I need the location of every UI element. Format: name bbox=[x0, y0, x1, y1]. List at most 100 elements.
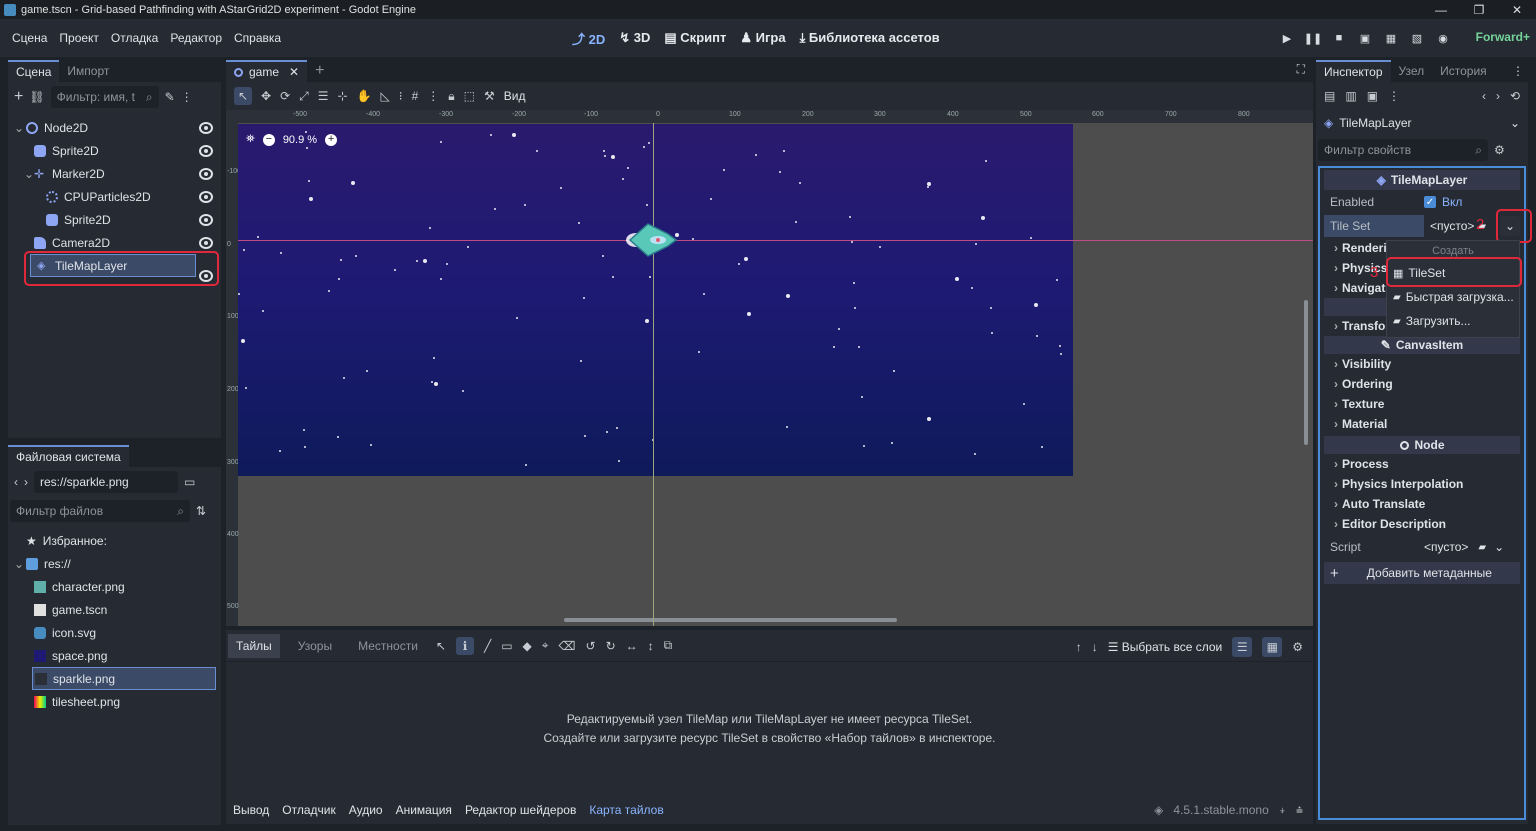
tab-filesystem[interactable]: Файловая система bbox=[8, 445, 129, 467]
play-scene-icon[interactable]: ▦ bbox=[1382, 29, 1400, 47]
rotate-right-icon[interactable]: ↻ bbox=[606, 639, 616, 653]
forward-icon[interactable]: › bbox=[24, 475, 28, 489]
random-tile-icon[interactable]: ⧉ bbox=[664, 638, 673, 653]
file-item[interactable]: character.png bbox=[8, 575, 221, 598]
file-filter-input[interactable]: Фильтр файлов ⌕ bbox=[10, 500, 190, 522]
menu-help[interactable]: Справка bbox=[228, 31, 287, 45]
open-folder-icon[interactable]: ▥ bbox=[1345, 89, 1356, 103]
favorites-row[interactable]: ★ Избранное: bbox=[8, 529, 221, 552]
close-tab-icon[interactable]: ✕ bbox=[289, 65, 299, 79]
add-metadata-button[interactable]: + Добавить метаданные bbox=[1324, 562, 1520, 584]
snap-options-icon[interactable]: ⋮ bbox=[427, 89, 439, 103]
minimize-button[interactable]: — bbox=[1422, 0, 1460, 19]
split-view-icon[interactable]: ▭ bbox=[184, 475, 195, 489]
expand-panel-icon[interactable]: ⩮ bbox=[1296, 803, 1303, 818]
workspace-game[interactable]: ♟ Игра bbox=[740, 30, 785, 46]
stop-icon[interactable]: ■ bbox=[1330, 29, 1348, 47]
movie-maker-icon[interactable]: ◉ bbox=[1434, 29, 1452, 47]
rect-tool-icon[interactable]: ▭ bbox=[501, 639, 512, 653]
group-icon[interactable]: ⬚ bbox=[464, 89, 475, 103]
script-attach-icon[interactable]: ✎ bbox=[165, 90, 175, 104]
script-value[interactable]: <пусто> bbox=[1424, 540, 1468, 554]
bone-icon[interactable]: ⚒ bbox=[484, 89, 495, 103]
zoom-out-icon[interactable]: − bbox=[262, 133, 275, 146]
scale-tool-icon[interactable]: ⤢ bbox=[299, 89, 309, 104]
group-editor-description[interactable]: Editor Description bbox=[1324, 514, 1520, 534]
tree-item-marker2d[interactable]: ⌄ ✛ Marker2D bbox=[8, 162, 221, 185]
highlight-layer-icon[interactable]: ☰ bbox=[1232, 637, 1253, 657]
more-icon[interactable]: ⋮ bbox=[181, 90, 193, 104]
group-material[interactable]: Material bbox=[1324, 414, 1520, 434]
workspace-assetlib[interactable]: ⤓ Библиотека ассетов bbox=[800, 30, 940, 46]
file-item[interactable]: tilesheet.png bbox=[8, 690, 221, 713]
fullscreen-icon[interactable]: ⛶ bbox=[1297, 62, 1305, 77]
enabled-value[interactable]: Вкл bbox=[1442, 195, 1462, 209]
zoom-in-icon[interactable]: + bbox=[325, 133, 338, 146]
vertical-scrollbar[interactable] bbox=[1304, 300, 1308, 445]
paint-tool-icon[interactable]: ℹ bbox=[455, 636, 474, 655]
chevron-down-icon[interactable]: ⌄ bbox=[1494, 540, 1504, 554]
visibility-eye-icon[interactable] bbox=[199, 123, 213, 133]
bucket-tool-icon[interactable]: ◆ bbox=[523, 639, 532, 653]
workspace-script[interactable]: ▤ Скрипт bbox=[664, 30, 726, 46]
menu-debug[interactable]: Отладка bbox=[105, 31, 164, 45]
lock-icon[interactable]: 🔒︎ bbox=[448, 89, 454, 104]
tab-import[interactable]: Импорт bbox=[59, 60, 117, 82]
visibility-eye-icon[interactable] bbox=[199, 192, 213, 202]
tab-terrains[interactable]: Местности bbox=[350, 635, 426, 657]
group-ordering[interactable]: Ordering bbox=[1324, 374, 1520, 394]
renderer-selector[interactable]: Forward+ bbox=[1476, 30, 1530, 44]
property-filter-input[interactable]: Фильтр свойств ⌕ bbox=[1318, 139, 1488, 161]
tab-tiles[interactable]: Тайлы bbox=[228, 633, 280, 658]
tab-history[interactable]: История bbox=[1432, 60, 1495, 82]
inspector-options-icon[interactable]: ⚙ bbox=[1494, 143, 1505, 157]
select-all-layers-button[interactable]: ☰ Выбрать все слои bbox=[1108, 640, 1223, 654]
checkbox-checked-icon[interactable]: ✓ bbox=[1424, 196, 1436, 208]
rotate-tool-icon[interactable]: ⟳ bbox=[280, 89, 290, 103]
file-item-selected[interactable]: sparkle.png bbox=[32, 667, 216, 690]
file-item[interactable]: icon.svg bbox=[8, 621, 221, 644]
tree-item-node2d[interactable]: ⌄ Node2D bbox=[8, 116, 221, 139]
flip-h-icon[interactable]: ↔ bbox=[626, 639, 638, 653]
tree-item-sprite2d[interactable]: Sprite2D bbox=[8, 139, 221, 162]
add-tab-icon[interactable]: + bbox=[307, 60, 332, 82]
layer-up-icon[interactable]: ↑ bbox=[1076, 640, 1082, 654]
select-tool-icon[interactable]: ↖ bbox=[234, 87, 252, 105]
history-forward-icon[interactable]: › bbox=[1496, 89, 1500, 103]
more-icon[interactable]: ⋮ bbox=[1388, 89, 1400, 103]
object-history-icon[interactable]: ⟲ bbox=[1510, 89, 1520, 103]
menu-item-load[interactable]: ▰ Загрузить... bbox=[1387, 309, 1519, 333]
tab-inspector[interactable]: Инспектор bbox=[1316, 60, 1391, 82]
view-menu[interactable]: Вид bbox=[504, 89, 526, 103]
group-physics-interpolation[interactable]: Physics Interpolation bbox=[1324, 474, 1520, 494]
workspace-3d[interactable]: ↯ 3D bbox=[619, 30, 650, 46]
res-root-row[interactable]: ⌄ res:// bbox=[8, 552, 221, 575]
tree-item-sprite2d-child[interactable]: Sprite2D bbox=[8, 208, 221, 231]
rotate-left-icon[interactable]: ↺ bbox=[586, 639, 596, 653]
shader-editor-tab[interactable]: Редактор шейдеров bbox=[465, 803, 576, 817]
output-tab[interactable]: Вывод bbox=[233, 803, 269, 817]
eraser-tool-icon[interactable]: ⌫ bbox=[559, 639, 576, 653]
play-icon[interactable]: ▶ bbox=[1278, 29, 1296, 47]
add-node-icon[interactable]: + bbox=[14, 88, 23, 106]
tilemap-tab[interactable]: Карта тайлов bbox=[589, 803, 663, 817]
select-tool-icon[interactable]: ↖ bbox=[436, 639, 446, 653]
smart-snap-icon[interactable]: ⁝ bbox=[399, 89, 403, 103]
debugger-tab[interactable]: Отладчик bbox=[282, 803, 335, 817]
pin-icon[interactable]: ⍖ bbox=[1279, 803, 1286, 818]
pause-icon[interactable]: ❚❚ bbox=[1304, 29, 1322, 47]
file-item[interactable]: game.tscn bbox=[8, 598, 221, 621]
link-icon[interactable]: ⛓ bbox=[29, 90, 44, 104]
flip-v-icon[interactable]: ↕ bbox=[648, 639, 654, 653]
tab-patterns[interactable]: Узоры bbox=[290, 635, 340, 657]
back-icon[interactable]: ‹ bbox=[14, 475, 18, 489]
sort-icon[interactable]: ⇅ bbox=[196, 504, 206, 518]
zoom-level[interactable]: 90.9 % bbox=[283, 134, 317, 146]
group-visibility[interactable]: Visibility bbox=[1324, 354, 1520, 374]
folder-icon[interactable]: ▰ bbox=[1478, 542, 1486, 553]
workspace-2d[interactable]: ⤴ 2D bbox=[572, 29, 605, 48]
grid-snap-icon[interactable]: # bbox=[412, 89, 419, 103]
close-button[interactable]: ✕ bbox=[1498, 0, 1536, 19]
pan-tool-icon[interactable]: ✋ bbox=[357, 89, 372, 103]
tab-game[interactable]: game ✕ bbox=[226, 60, 308, 82]
